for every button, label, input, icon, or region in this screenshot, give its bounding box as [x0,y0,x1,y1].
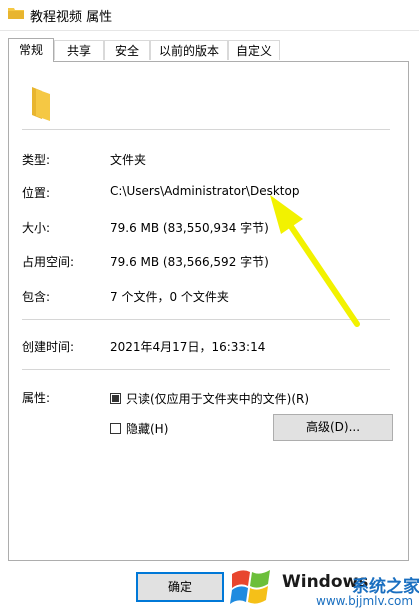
tab-sharing[interactable]: 共享 [54,40,104,60]
watermark: Windows 系统之家 www.bjjmlv.com [224,560,419,612]
tab-customize[interactable]: 自定义 [228,40,280,60]
size-value: 79.6 MB (83,550,934 字节) [110,221,269,235]
title-separator [0,30,419,31]
type-value: 文件夹 [110,153,147,167]
type-label: 类型: [22,153,51,167]
contains-label: 包含: [22,290,51,304]
divider [22,369,390,370]
hidden-label[interactable]: 隐藏(H) [126,420,168,437]
folder-icon [8,8,24,19]
tab-security[interactable]: 安全 [104,40,150,60]
hidden-checkbox[interactable] [110,423,121,434]
created-label: 创建时间: [22,340,75,354]
location-label: 位置: [22,186,51,200]
attributes-label: 属性: [22,391,51,405]
readonly-checkbox[interactable] [110,393,121,404]
disk-size-value: 79.6 MB (83,566,592 字节) [110,255,269,269]
watermark-url: www.bjjmlv.com [316,594,414,608]
folder-large-icon [32,87,50,121]
windows-logo-icon [230,570,270,604]
tab-general[interactable]: 常规 [8,38,54,62]
divider [22,129,390,130]
created-value: 2021年4月17日，16:33:14 [110,340,266,354]
divider [22,319,390,320]
size-label: 大小: [22,221,51,235]
tab-previous-versions[interactable]: 以前的版本 [150,40,228,60]
contains-value: 7 个文件，0 个文件夹 [110,290,229,304]
tab-panel [8,61,409,561]
disk-size-label: 占用空间: [22,255,75,269]
title-bar: 教程视频 属性 [0,0,419,30]
window-title: 教程视频 属性 [30,10,113,25]
readonly-label[interactable]: 只读(仅应用于文件夹中的文件)(R) [126,390,309,407]
location-value: C:\Users\Administrator\Desktop [110,184,300,198]
advanced-button[interactable]: 高级(D)... [273,414,393,441]
ok-button[interactable]: 确定 [136,572,224,602]
